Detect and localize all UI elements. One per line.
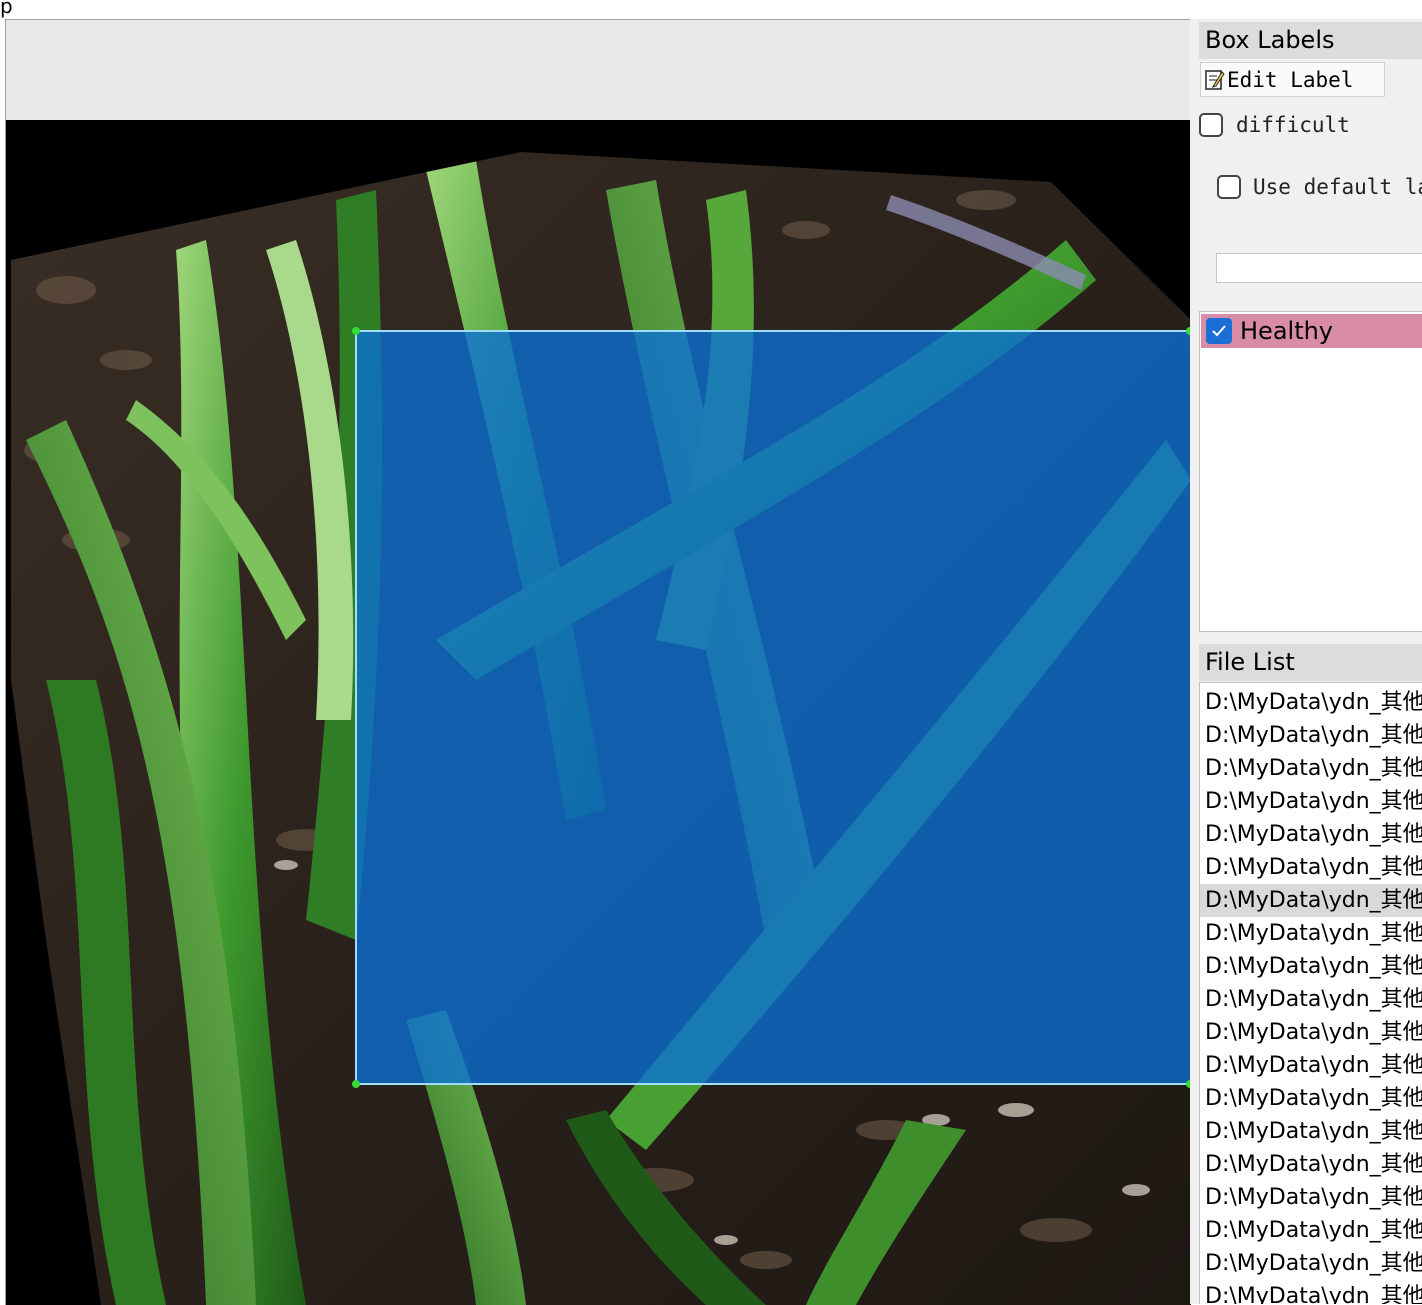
annotated-image[interactable] <box>6 120 1191 1305</box>
box-labels-title: Box Labels <box>1199 22 1422 59</box>
file-list-item[interactable]: D:\MyData\ydn_其他 <box>1200 1082 1422 1115</box>
title-strip: p <box>0 0 1422 18</box>
label-item-text: Healthy <box>1240 317 1334 345</box>
use-default-label-text: Use default la <box>1253 175 1422 199</box>
file-list-item[interactable]: D:\MyData\ydn_其他 <box>1200 1181 1422 1214</box>
file-list-item[interactable]: D:\MyData\ydn_其他 <box>1200 983 1422 1016</box>
difficult-checkbox[interactable] <box>1199 113 1223 137</box>
file-list-item[interactable]: D:\MyData\ydn_其他 <box>1200 752 1422 785</box>
difficult-label: difficult <box>1236 113 1350 137</box>
edit-label-button[interactable]: Edit Label <box>1200 62 1385 97</box>
file-list-item[interactable]: D:\MyData\ydn_其他 <box>1200 1214 1422 1247</box>
file-list-item[interactable]: D:\MyData\ydn_其他 <box>1200 1016 1422 1049</box>
label-item-checkbox[interactable] <box>1206 318 1232 344</box>
edit-note-icon <box>1205 69 1225 90</box>
file-list-title: File List <box>1199 644 1422 681</box>
default-label-input[interactable] <box>1216 253 1422 283</box>
box-handle-top-left <box>352 327 360 335</box>
image-canvas[interactable] <box>5 19 1191 1305</box>
box-handle-bottom-left <box>352 1080 360 1088</box>
file-list-item[interactable]: D:\MyData\ydn_其他 <box>1200 1049 1422 1082</box>
image-view[interactable] <box>6 120 1191 1305</box>
use-default-label-checkbox[interactable] <box>1217 175 1241 199</box>
checkmark-icon <box>1212 325 1226 337</box>
file-list-item[interactable]: D:\MyData\ydn_其他 <box>1200 1280 1422 1304</box>
file-list-item[interactable]: D:\MyData\ydn_其他 <box>1200 1115 1422 1148</box>
file-list-item[interactable]: D:\MyData\ydn_其他 <box>1200 818 1422 851</box>
edit-label-text: Edit Label <box>1227 67 1354 92</box>
file-list-item[interactable]: D:\MyData\ydn_其他 <box>1200 719 1422 752</box>
dock-splitter[interactable] <box>1190 19 1198 1304</box>
label-list[interactable]: Healthy <box>1199 311 1422 632</box>
file-list-item[interactable]: D:\MyData\ydn_其他 <box>1200 1247 1422 1280</box>
file-list-item[interactable]: D:\MyData\ydn_其他 <box>1200 785 1422 818</box>
file-list-item[interactable]: D:\MyData\ydn_其他 <box>1200 950 1422 983</box>
file-list-item[interactable]: D:\MyData\ydn_其他 <box>1200 1148 1422 1181</box>
canvas-margin <box>6 20 1191 120</box>
file-list-item[interactable]: D:\MyData\ydn_其他 <box>1200 851 1422 884</box>
label-item-healthy[interactable]: Healthy <box>1201 314 1422 348</box>
file-list-item-selected[interactable]: D:\MyData\ydn_其他 <box>1200 884 1422 917</box>
file-list-item[interactable]: D:\MyData\ydn_其他 <box>1200 686 1422 719</box>
file-list-item[interactable]: D:\MyData\ydn_其他 <box>1200 917 1422 950</box>
window-title-fragment: p <box>0 0 13 18</box>
file-list[interactable]: D:\MyData\ydn_其他 D:\MyData\ydn_其他 D:\MyD… <box>1199 682 1422 1304</box>
right-dock: Box Labels Edit Label difficult Use defa… <box>1190 19 1422 1304</box>
bounding-box-healthy[interactable] <box>352 327 1191 1088</box>
